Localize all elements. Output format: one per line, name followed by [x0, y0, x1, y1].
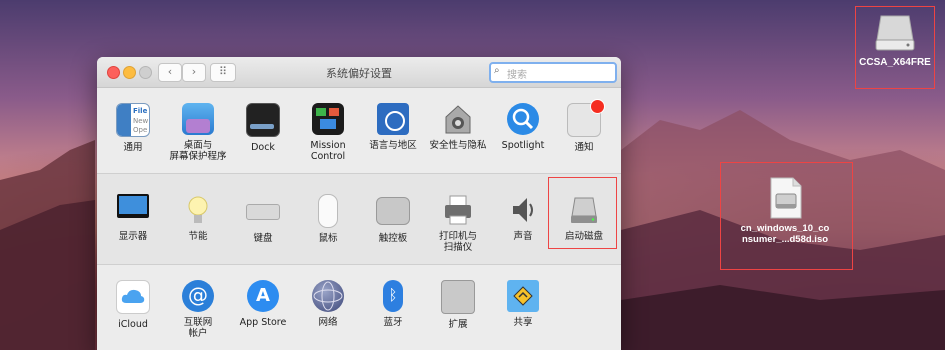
sharing-icon	[507, 280, 539, 312]
pane-mission-control[interactable]: Mission Control	[296, 103, 360, 162]
preferences-row-personal: File New Ope 通用 桌面与 屏幕保护程序 Dock Mission …	[97, 88, 621, 173]
desktop-drive[interactable]: CCSA_X64FRE	[858, 10, 932, 68]
title-bar: ‹ › ⠿ 系统偏好设置 ⌕ 搜索	[97, 57, 621, 88]
minimize-button[interactable]	[123, 66, 136, 79]
energy-icon	[182, 194, 214, 226]
pane-energy[interactable]: 节能	[166, 194, 230, 242]
pane-desktop[interactable]: 桌面与 屏幕保护程序	[166, 103, 230, 162]
notifications-icon	[567, 99, 605, 137]
iso-label-line1: cn_windows_10_co	[740, 223, 830, 234]
forward-button[interactable]: ›	[182, 63, 206, 82]
pane-app-store[interactable]: A App Store	[231, 280, 295, 328]
show-all-button[interactable]: ⠿	[210, 63, 236, 82]
pane-label: 键盘	[253, 233, 273, 244]
pane-label: 互联网 帐户	[183, 317, 213, 339]
search-icon: ⌕	[494, 65, 500, 76]
keyboard-icon	[246, 204, 280, 220]
pane-label: App Store	[239, 317, 287, 328]
desktop-icon	[182, 103, 214, 135]
general-icon: File New Ope	[116, 103, 150, 137]
pane-internet-accounts[interactable]: @ 互联网 帐户	[166, 280, 230, 339]
close-button[interactable]	[107, 66, 120, 79]
preferences-row-internet: iCloud @ 互联网 帐户 A App Store 网络 ᛒ 蓝牙 扩展 共…	[97, 264, 621, 350]
pane-printers[interactable]: 打印机与 扫描仪	[426, 194, 490, 253]
pane-sharing[interactable]: 共享	[491, 280, 555, 328]
pane-label: 共享	[513, 317, 533, 328]
pane-label: 桌面与 屏幕保护程序	[169, 140, 227, 162]
pane-trackpad[interactable]: 触控板	[361, 194, 425, 244]
external-drive-icon	[875, 15, 915, 51]
zoom-button[interactable]	[139, 66, 152, 79]
network-icon	[312, 280, 344, 312]
back-button[interactable]: ‹	[158, 63, 182, 82]
mission-control-icon	[312, 103, 344, 135]
search-field[interactable]: ⌕ 搜索	[489, 62, 617, 83]
disk-image-icon	[770, 177, 802, 219]
startup-disk-icon	[568, 194, 600, 226]
pane-mouse[interactable]: 鼠标	[296, 194, 360, 244]
display-icon	[117, 194, 149, 218]
language-icon	[377, 103, 409, 135]
extensions-icon	[441, 280, 475, 314]
pane-spotlight[interactable]: Spotlight	[491, 103, 555, 151]
icloud-icon	[116, 280, 150, 314]
pane-language[interactable]: 语言与地区	[361, 103, 425, 151]
pane-label: 显示器	[118, 231, 148, 242]
pane-label: 扩展	[448, 319, 468, 330]
pane-sound[interactable]: 声音	[491, 194, 555, 242]
app-store-icon: A	[247, 280, 279, 312]
pane-displays[interactable]: 显示器	[101, 194, 165, 242]
pane-label: 声音	[513, 231, 533, 242]
pane-bluetooth[interactable]: ᛒ 蓝牙	[361, 280, 425, 328]
pane-keyboard[interactable]: 键盘	[231, 194, 295, 244]
security-icon	[442, 103, 474, 135]
system-preferences-window: ‹ › ⠿ 系统偏好设置 ⌕ 搜索 File New Ope 通用 桌面与 屏幕保…	[97, 57, 621, 350]
printer-icon	[442, 194, 474, 226]
dock-icon	[246, 103, 280, 137]
pane-label: 鼠标	[318, 233, 338, 244]
spotlight-icon	[507, 103, 539, 135]
pane-dock[interactable]: Dock	[231, 103, 295, 153]
pane-label: Dock	[251, 142, 275, 153]
pane-notifications[interactable]: 通知	[552, 99, 616, 153]
pane-label: 触控板	[378, 233, 408, 244]
desktop-iso-file[interactable]: cn_windows_10_co nsumer_...d58d.iso	[725, 176, 845, 245]
pane-label: 网络	[318, 317, 338, 328]
pane-extensions[interactable]: 扩展	[426, 280, 490, 330]
pane-label: 通知	[574, 142, 594, 153]
pane-startup-disk[interactable]: 启动磁盘	[552, 194, 616, 242]
pane-label: 安全性与隐私	[429, 140, 487, 151]
search-placeholder: 搜索	[507, 70, 527, 81]
iso-label-line2: nsumer_...d58d.iso	[741, 234, 829, 245]
pane-label: 启动磁盘	[564, 231, 603, 242]
pane-label: 语言与地区	[369, 140, 417, 151]
pane-security[interactable]: 安全性与隐私	[426, 103, 490, 151]
chevron-left-icon: ‹	[167, 65, 173, 78]
preferences-row-hardware: 显示器 节能 键盘 鼠标 触控板 打印机与 扫描仪 声音 启动磁盘	[97, 173, 621, 264]
pane-label: 节能	[188, 231, 208, 242]
internet-accounts-icon: @	[182, 280, 214, 312]
trackpad-icon	[376, 197, 410, 225]
pane-icloud[interactable]: iCloud	[101, 280, 165, 330]
pane-label: Mission Control	[310, 140, 346, 162]
pane-general[interactable]: File New Ope 通用	[101, 103, 165, 153]
bluetooth-icon: ᛒ	[383, 280, 403, 312]
pane-label: iCloud	[118, 319, 148, 330]
chevron-right-icon: ›	[191, 65, 197, 78]
window-title: 系统偏好设置	[326, 67, 392, 80]
sound-icon	[507, 194, 539, 226]
pane-network[interactable]: 网络	[296, 280, 360, 328]
pane-label: 通用	[123, 142, 143, 153]
drive-label: CCSA_X64FRE	[859, 57, 931, 68]
pane-label: Spotlight	[501, 140, 545, 151]
grid-icon: ⠿	[218, 65, 228, 78]
mouse-icon	[318, 194, 338, 228]
pane-label: 打印机与 扫描仪	[438, 231, 477, 253]
pane-label: 蓝牙	[383, 317, 403, 328]
